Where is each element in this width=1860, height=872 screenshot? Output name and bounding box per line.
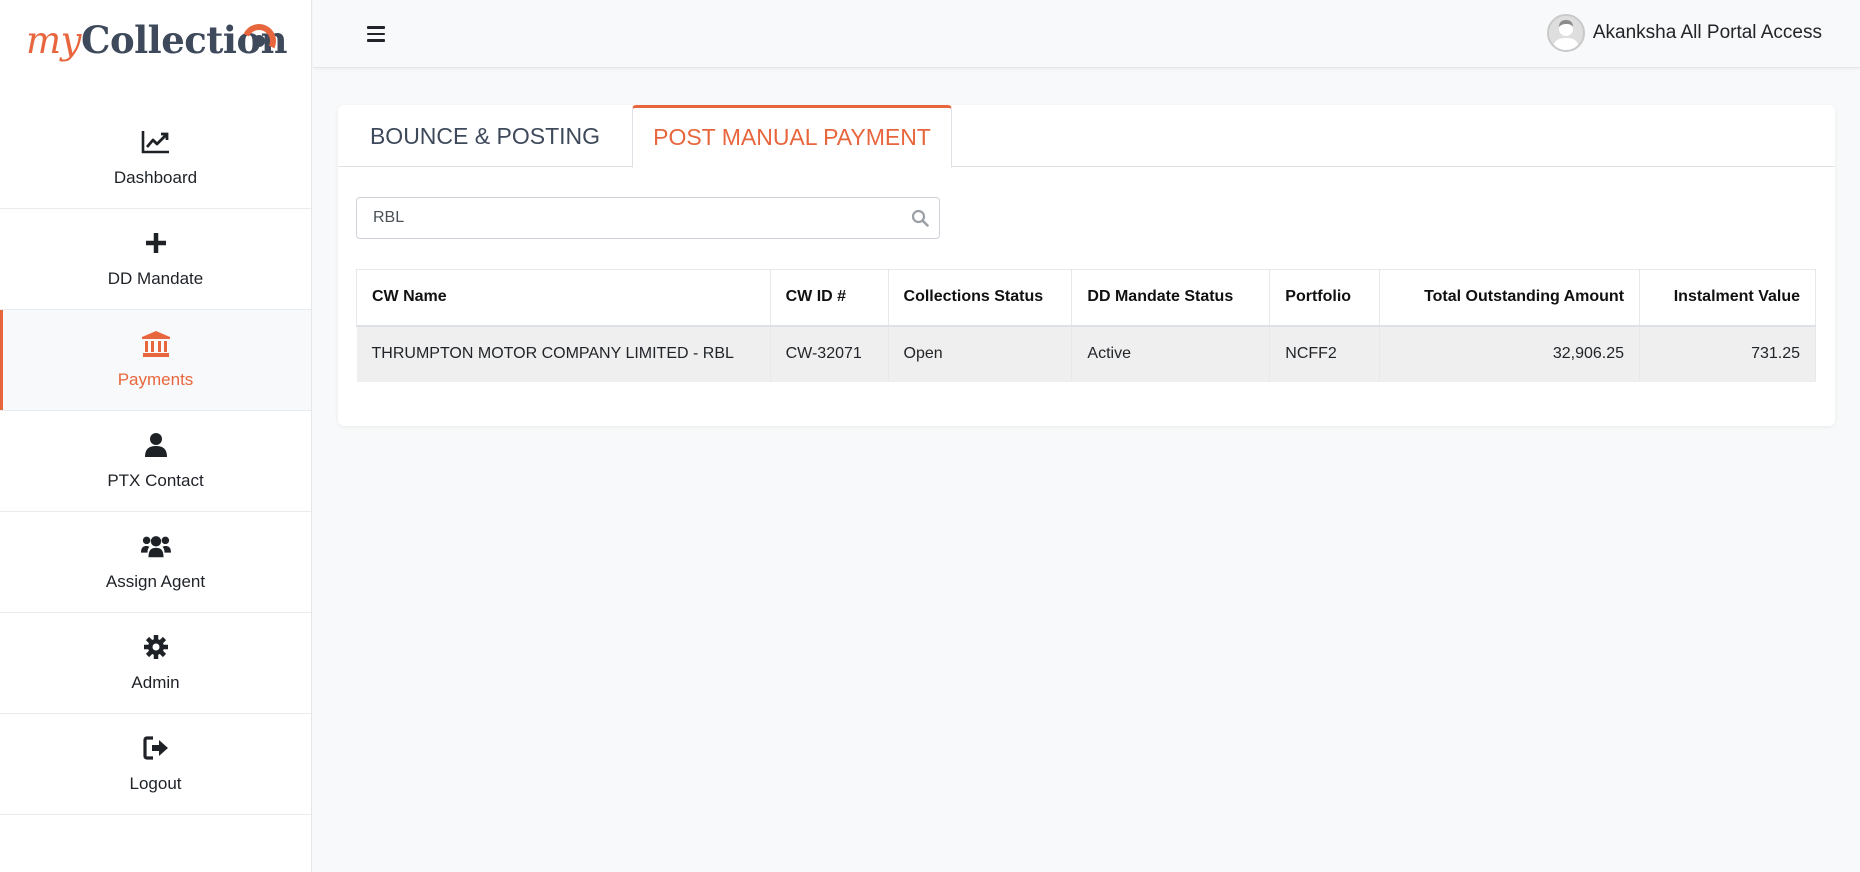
users-icon: [140, 532, 171, 560]
column-header-cw-id[interactable]: CW ID #: [769, 269, 889, 327]
bank-icon: [141, 330, 171, 358]
avatar: [1546, 14, 1585, 52]
table-header-row: CW Name CW ID # Collections Status DD Ma…: [356, 269, 1816, 327]
sidebar-item-label: Payments: [117, 370, 194, 389]
top-header: Akanksha All Portal Access: [313, 0, 1860, 68]
results-table: CW Name CW ID # Collections Status DD Ma…: [356, 269, 1816, 382]
logo-dot-icon: [253, 35, 265, 47]
sidebar-nav: Dashboard DD Mandate Payments PTX Contac…: [0, 108, 311, 815]
logo-my: my: [26, 19, 82, 62]
cell-cw-id: CW-32071: [770, 325, 889, 382]
sidebar-item-dashboard[interactable]: Dashboard: [0, 108, 311, 209]
column-header-portfolio[interactable]: Portfolio: [1269, 269, 1381, 327]
column-header-collections-status[interactable]: Collections Status: [887, 269, 1073, 327]
cell-portfolio: NCFF2: [1269, 325, 1381, 382]
tab-bounce-posting[interactable]: BOUNCE & POSTING: [338, 105, 632, 167]
sidebar-item-dd-mandate[interactable]: DD Mandate: [0, 209, 311, 310]
sidebar-item-label: Admin: [131, 673, 180, 692]
column-header-dd-mandate-status[interactable]: DD Mandate Status: [1071, 269, 1271, 327]
tab-bar: BOUNCE & POSTING POST MANUAL PAYMENT: [338, 105, 1835, 168]
plus-icon: [141, 229, 171, 257]
search-box: [356, 197, 940, 239]
sidebar: myCollection Dashboard DD Mandate Paymen…: [0, 0, 312, 872]
sidebar-item-assign-agent[interactable]: Assign Agent: [0, 512, 311, 613]
payments-card: BOUNCE & POSTING POST MANUAL PAYMENT CW …: [338, 105, 1835, 426]
column-header-instalment-value[interactable]: Instalment Value: [1639, 269, 1816, 327]
sidebar-item-label: Assign Agent: [105, 572, 206, 591]
search-input[interactable]: [357, 198, 939, 238]
cell-collections-status: Open: [888, 325, 1073, 382]
chart-line-icon: [141, 128, 171, 156]
sidebar-item-logout[interactable]: Logout: [0, 714, 311, 815]
sidebar-item-label: Dashboard: [113, 168, 198, 187]
cell-total-outstanding: 32,906.25: [1379, 325, 1641, 382]
column-header-total-outstanding[interactable]: Total Outstanding Amount: [1379, 269, 1641, 327]
table-row[interactable]: THRUMPTON MOTOR COMPANY LIMITED - RBL CW…: [356, 325, 1816, 382]
cell-instalment-value: 731.25: [1639, 325, 1816, 382]
menu-toggle-icon[interactable]: [367, 26, 385, 42]
sidebar-item-label: DD Mandate: [107, 269, 204, 288]
cell-dd-mandate-status: Active: [1071, 325, 1271, 382]
cell-cw-name: THRUMPTON MOTOR COMPANY LIMITED - RBL: [356, 325, 771, 382]
sign-out-icon: [141, 734, 171, 762]
gear-icon: [141, 633, 171, 661]
sidebar-item-label: PTX Contact: [107, 471, 204, 490]
sidebar-item-payments[interactable]: Payments: [0, 310, 311, 411]
sidebar-item-ptx-contact[interactable]: PTX Contact: [0, 411, 311, 512]
tab-post-manual-payment[interactable]: POST MANUAL PAYMENT: [632, 105, 952, 168]
search-icon[interactable]: [911, 209, 929, 232]
user-name: Akanksha All Portal Access: [1592, 22, 1822, 43]
sidebar-item-label: Logout: [129, 774, 182, 793]
logo[interactable]: myCollection: [0, 0, 311, 108]
user-menu[interactable]: Akanksha All Portal Access: [1546, 14, 1822, 52]
user-icon: [141, 431, 171, 459]
column-header-cw-name[interactable]: CW Name: [356, 269, 771, 327]
sidebar-item-admin[interactable]: Admin: [0, 613, 311, 714]
